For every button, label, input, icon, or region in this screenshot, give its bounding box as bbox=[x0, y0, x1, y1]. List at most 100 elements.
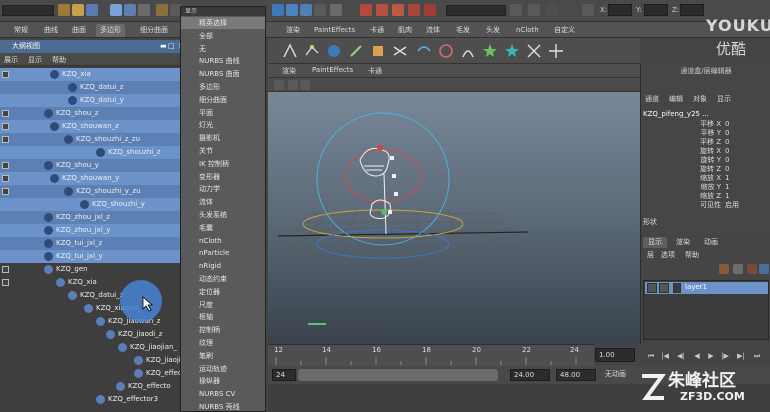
expand-toggle-icon[interactable] bbox=[2, 110, 9, 117]
perspective-viewport[interactable] bbox=[268, 64, 640, 344]
channel-row[interactable]: 旋转 Z0 bbox=[641, 165, 770, 174]
bookmark-icon[interactable] bbox=[288, 80, 298, 90]
outliner-row[interactable]: KZQ_jiaodi_z bbox=[0, 328, 180, 341]
sculpt-icon[interactable] bbox=[348, 43, 364, 59]
expand-toggle-icon[interactable] bbox=[2, 123, 9, 130]
play-backward-icon[interactable]: ◀ bbox=[692, 351, 702, 361]
outliner-row[interactable]: KZQ_shouzhi_z_zu bbox=[0, 133, 180, 146]
outliner-row[interactable]: KZQ_jiaojian_ bbox=[0, 341, 180, 354]
menu-item[interactable]: 灯光 bbox=[181, 119, 265, 131]
shelf-tab-fur[interactable]: 毛发 bbox=[452, 24, 474, 37]
step-back-key-icon[interactable]: |◀ bbox=[660, 351, 670, 361]
shelf-tab-toon[interactable]: 卡通 bbox=[366, 24, 388, 37]
char-set-label[interactable]: 无动画 bbox=[602, 369, 632, 381]
channel-row[interactable]: 旋转 X0 bbox=[641, 147, 770, 156]
save-scene-icon[interactable] bbox=[86, 4, 98, 16]
menu-item[interactable]: 尺度 bbox=[181, 299, 265, 311]
layer-tab-render[interactable]: 渲染 bbox=[671, 237, 695, 248]
joint-tool-icon[interactable] bbox=[304, 43, 320, 59]
menu-item[interactable]: 头发系统 bbox=[181, 209, 265, 221]
menu-item[interactable]: 动态约束 bbox=[181, 273, 265, 285]
input-line-dropdown[interactable] bbox=[446, 5, 506, 16]
channel-row[interactable]: 平移 X0 bbox=[641, 120, 770, 129]
time-slider[interactable]: 12 14 16 18 20 22 24 bbox=[268, 344, 594, 366]
absolute-icon[interactable] bbox=[546, 4, 558, 16]
menu-item[interactable]: 操纵器 bbox=[181, 375, 265, 387]
menu-item[interactable]: nRigid bbox=[181, 260, 265, 272]
anim-end-field[interactable]: 48.00 bbox=[556, 369, 596, 381]
range-bar[interactable] bbox=[298, 369, 498, 381]
expand-toggle-icon[interactable] bbox=[2, 188, 9, 195]
menu-item[interactable]: NURBS 曲线 bbox=[181, 55, 265, 67]
select-component-icon[interactable] bbox=[138, 4, 150, 16]
menu-item[interactable]: 平面 bbox=[181, 107, 265, 119]
snap-plane-icon[interactable] bbox=[314, 4, 326, 16]
y-field[interactable] bbox=[644, 4, 668, 16]
menu-item[interactable]: 全部 bbox=[181, 30, 265, 42]
shelf-tab-muscle[interactable]: 肌肉 bbox=[394, 24, 416, 37]
shelf-tab-subdiv[interactable]: 细分曲面 bbox=[136, 24, 172, 37]
channel-row[interactable]: 旋转 Y0 bbox=[641, 156, 770, 165]
history-icon[interactable] bbox=[330, 4, 342, 16]
menu-item[interactable]: 精英选择 bbox=[181, 17, 265, 29]
outliner-row[interactable]: KZQ_effec bbox=[0, 367, 180, 380]
step-forward-key-icon[interactable]: ▶| bbox=[736, 351, 746, 361]
outliner-row[interactable]: KZQ_shouzhi_z bbox=[0, 146, 180, 159]
menu-item[interactable]: 无 bbox=[181, 43, 265, 55]
minimize-icon[interactable]: ▬ bbox=[160, 42, 167, 50]
outliner-row[interactable]: KZQ_shou_y bbox=[0, 159, 180, 172]
vp-menu-painteffects[interactable]: PaintEffects bbox=[312, 66, 353, 74]
render-settings-icon[interactable] bbox=[392, 4, 404, 16]
menu-item[interactable]: nCloth bbox=[181, 235, 265, 247]
new-layer-selected-icon[interactable] bbox=[733, 264, 743, 274]
teal-star-icon[interactable] bbox=[504, 43, 520, 59]
snap-curve-icon[interactable] bbox=[286, 4, 298, 16]
mode-dropdown[interactable] bbox=[2, 5, 54, 16]
menu-item[interactable]: 笔刷 bbox=[181, 350, 265, 362]
constraint-icon[interactable] bbox=[526, 43, 542, 59]
outliner-row[interactable]: KZQ_effecto bbox=[0, 380, 180, 393]
menu-item[interactable]: 关节 bbox=[181, 145, 265, 157]
channel-row[interactable]: 平移 Z0 bbox=[641, 138, 770, 147]
render-frame-icon[interactable] bbox=[360, 4, 372, 16]
snap-grid-icon[interactable] bbox=[272, 4, 284, 16]
layer-tab-anim[interactable]: 动画 bbox=[699, 237, 723, 248]
step-forward-frame-icon[interactable]: |▶ bbox=[720, 351, 730, 361]
move-up-icon[interactable] bbox=[747, 264, 757, 274]
layer-menu-layers[interactable]: 层 bbox=[647, 250, 654, 260]
outliner-row[interactable]: KZQ_zhou_jxl_z bbox=[0, 211, 180, 224]
hypershade-icon[interactable] bbox=[408, 4, 420, 16]
menu-item[interactable]: NURBS 壳线 bbox=[181, 401, 265, 412]
layer-row[interactable]: layer1 bbox=[645, 282, 768, 294]
layer-menu-options[interactable]: 选项 bbox=[661, 250, 675, 260]
menu-item[interactable]: 流体 bbox=[181, 196, 265, 208]
expand-toggle-icon[interactable] bbox=[2, 162, 9, 169]
outliner-row[interactable]: KZQ_datui_y bbox=[0, 94, 180, 107]
select-object-icon[interactable] bbox=[124, 4, 136, 16]
outliner-row[interactable]: KZQ_shouwan_y bbox=[0, 172, 180, 185]
vp-menu-render[interactable]: 渲染 bbox=[282, 66, 296, 76]
shelf-tab-hair[interactable]: 头发 bbox=[482, 24, 504, 37]
outliner-row[interactable]: KZQ_effector3 bbox=[0, 393, 180, 406]
menu-item[interactable]: 纹理 bbox=[181, 337, 265, 349]
expand-toggle-icon[interactable] bbox=[2, 136, 9, 143]
render-view-icon[interactable] bbox=[424, 4, 436, 16]
menu-item[interactable]: 控制柄 bbox=[181, 324, 265, 336]
display-type-toggle[interactable] bbox=[659, 283, 669, 293]
range-end-field[interactable]: 24.00 bbox=[510, 369, 550, 381]
open-scene-icon[interactable] bbox=[72, 4, 84, 16]
outliner-row[interactable]: KZQ_tui_jxl_y bbox=[0, 250, 180, 263]
wire-icon[interactable] bbox=[416, 43, 432, 59]
lattice-icon[interactable] bbox=[392, 43, 408, 59]
menu-item[interactable]: 枢轴 bbox=[181, 311, 265, 323]
outliner-menu-help[interactable]: 帮助 bbox=[52, 55, 66, 65]
outliner-row[interactable]: KZQ_shouzhi_y_zu bbox=[0, 185, 180, 198]
channel-row[interactable]: 缩放 X1 bbox=[641, 174, 770, 183]
xyz-icon[interactable] bbox=[582, 4, 594, 16]
ik-handle-icon[interactable] bbox=[282, 43, 298, 59]
outliner-row[interactable]: KZQ_shouzhi_y bbox=[0, 198, 180, 211]
current-time-field[interactable]: 1.00 bbox=[595, 348, 635, 362]
x-field[interactable] bbox=[608, 4, 632, 16]
shelf-tab-render[interactable]: 渲染 bbox=[282, 24, 304, 37]
channel-row[interactable]: 可见性 启用 bbox=[641, 201, 770, 210]
